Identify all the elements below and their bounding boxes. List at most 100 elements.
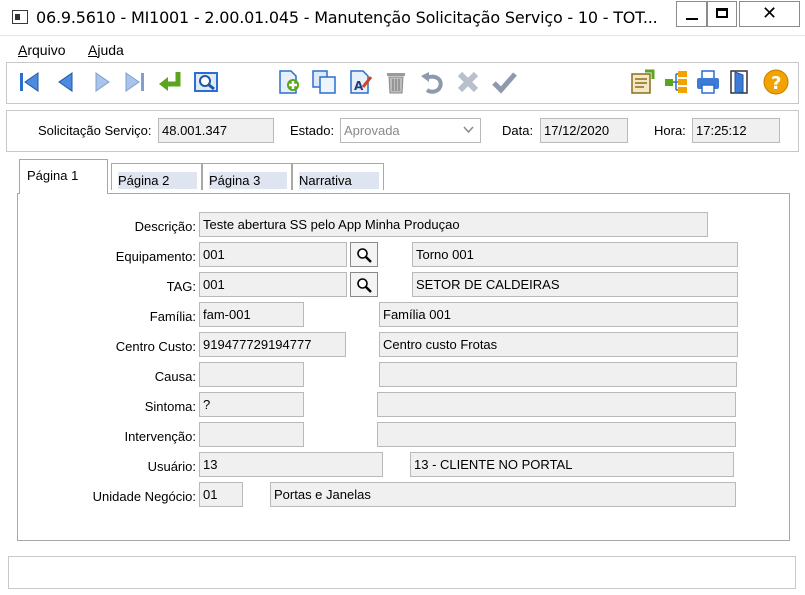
tree-button[interactable] [661,67,691,97]
data-field[interactable]: 17/12/2020 [540,118,628,143]
causa-label: Causa: [154,369,196,384]
save-icon [492,72,517,94]
search-icon [357,247,372,263]
estado-select[interactable]: Aprovada [340,118,481,143]
close-button[interactable]: ✕ [739,1,800,27]
tab-label: Página 3 [209,172,287,189]
save-button[interactable] [489,67,519,97]
usuario-code-field[interactable]: 13 [199,452,383,477]
descricao-label: Descrição: [134,219,196,234]
tab-label: Narrativa [299,172,379,189]
sintoma-desc-field [377,392,736,417]
close-icon: ✕ [761,3,778,24]
usuario-label: Usuário: [147,459,196,474]
menu-bar: Arquivo Ajuda [0,38,805,62]
equipamento-desc-field: Torno 001 [412,242,738,267]
status-bar [8,556,796,589]
exit-button[interactable] [725,67,755,97]
menu-ajuda-mnemonic: A [88,42,98,58]
print-button[interactable] [693,67,723,97]
delete-icon [387,73,405,94]
data-label: Data: [502,123,534,138]
equipamento-lookup-button[interactable] [350,242,378,267]
familia-desc-field: Família 001 [379,302,738,327]
window-title: 06.9.5610 - MI1001 - 2.00.01.045 - Manut… [36,8,658,27]
centro-custo-label: Centro Custo: [115,339,196,354]
help-icon: ? [763,69,789,95]
undo-button[interactable] [417,67,447,97]
tab-narrativa[interactable]: Narrativa [292,163,384,190]
app-icon[interactable] [12,10,28,24]
tag-lookup-button[interactable] [350,272,378,297]
previous-icon [58,72,73,92]
causa-code-field[interactable] [199,362,304,387]
tag-desc-field: SETOR DE CALDEIRAS [412,272,738,297]
exit-icon [730,70,748,94]
tab-label: Página 1 [27,168,79,183]
tab-pagina-1[interactable]: Página 1 [19,159,108,194]
title-bar: 06.9.5610 - MI1001 - 2.00.01.045 - Manut… [0,0,805,36]
descricao-field[interactable]: Teste abertura SS pelo App Minha Produça… [199,212,708,237]
search-button[interactable] [191,67,221,97]
toolbar: A ? [6,62,799,104]
help-button[interactable]: ? [761,67,791,97]
centro-custo-code-field[interactable]: 919477729194777 [199,332,346,357]
minimize-button[interactable] [676,1,707,27]
add-button[interactable] [273,67,303,97]
intervencao-label: Intervenção: [124,429,196,444]
print-icon [697,70,719,94]
menu-ajuda[interactable]: Ajuda [88,42,124,58]
unidade-negocio-desc-field: Portas e Janelas [270,482,736,507]
first-record-button[interactable] [15,67,45,97]
last-record-button[interactable] [119,67,149,97]
menu-arquivo[interactable]: Arquivo [18,42,65,58]
goto-button[interactable] [155,67,185,97]
solicitacao-label: Solicitação Serviço: [38,123,152,138]
estado-label: Estado: [290,123,335,138]
hora-label: Hora: [654,123,686,138]
undo-icon [421,72,443,94]
equipamento-code-field[interactable]: 001 [199,242,347,267]
edit-icon: A [350,70,373,94]
next-icon [95,72,110,92]
sintoma-label: Sintoma: [144,399,196,414]
solicitacao-field[interactable]: 48.001.347 [158,118,274,143]
goto-icon [159,72,181,91]
previous-record-button[interactable] [51,67,81,97]
usuario-desc-field: 13 - CLIENTE NO PORTAL [410,452,734,477]
tab-pagina-3[interactable]: Página 3 [202,163,292,190]
copy-icon [312,70,336,94]
report-icon [631,69,655,94]
last-icon [125,72,144,92]
search-icon [194,72,218,92]
intervencao-code-field[interactable] [199,422,304,447]
svg-text:?: ? [771,73,781,94]
first-icon [20,72,39,92]
search-icon [357,277,372,293]
tab-label: Página 2 [118,172,197,189]
causa-desc-field [379,362,737,387]
copy-button[interactable] [309,67,339,97]
menu-arquivo-mnemonic: A [18,42,28,58]
unidade-negocio-code-field[interactable]: 01 [199,482,243,507]
tag-code-field[interactable]: 001 [199,272,347,297]
familia-code-field[interactable]: fam-001 [199,302,304,327]
maximize-button[interactable] [707,1,737,27]
next-record-button[interactable] [87,67,117,97]
menu-arquivo-label: rquivo [27,42,66,58]
hora-field[interactable]: 17:25:12 [692,118,780,143]
report-button[interactable] [627,67,657,97]
sintoma-code-field[interactable]: ? [199,392,304,417]
tab-pagina-2[interactable]: Página 2 [111,163,202,190]
cancel-button[interactable] [453,67,483,97]
edit-button[interactable]: A [345,67,375,97]
chevron-down-icon [463,126,474,134]
centro-custo-desc-field: Centro custo Frotas [379,332,738,357]
menu-ajuda-label: juda [97,42,124,58]
delete-button[interactable] [381,67,411,97]
equipamento-label: Equipamento: [115,249,196,264]
add-icon [279,70,299,94]
tree-icon [665,71,687,93]
familia-label: Família: [149,309,196,324]
estado-value: Aprovada [344,123,400,138]
